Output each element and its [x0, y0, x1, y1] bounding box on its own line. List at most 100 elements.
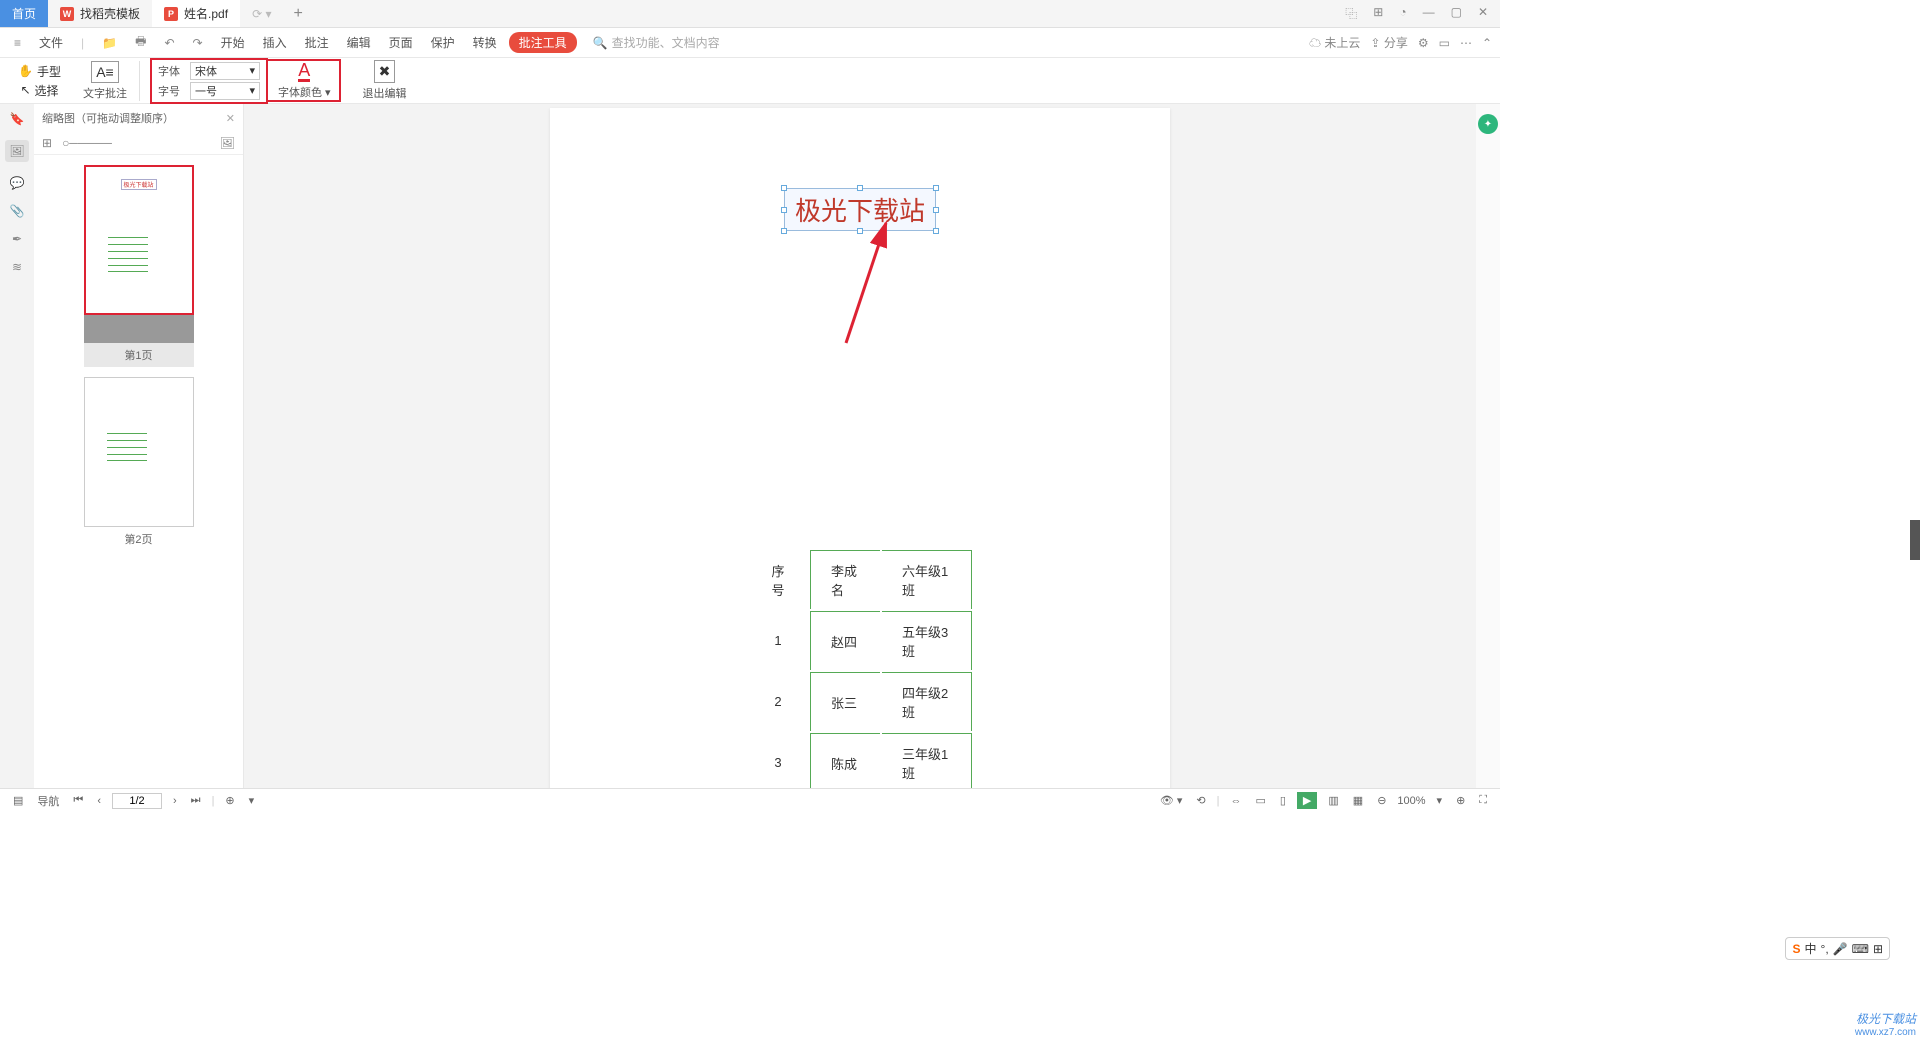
thumb-tool-shot[interactable]: 🖼 [220, 136, 235, 150]
menubar: ≡ 文件 | 📁 🖶 ↶ ↷ 开始 插入 批注 编辑 页面 保护 转换 批注工具… [0, 28, 1500, 58]
ribbon: ✋ 手型 ↖ 选择 A≡ 文字批注 字体 宋体▾ 字号 一号▾ A 字体颜色 ▾… [0, 58, 1500, 104]
document-table: 序号李成名六年级1班 1赵四五年级3班 2张三四年级2班 3陈成三年级1班 4欧… [746, 548, 974, 788]
font-color-icon: A [298, 61, 310, 82]
menu-page[interactable]: 页面 [383, 34, 419, 51]
tab-sync[interactable]: ⟳ ▾ [240, 0, 283, 27]
first-page[interactable]: ⏮ [70, 794, 86, 807]
undo-icon[interactable]: ↶ [158, 36, 180, 50]
settings-icon[interactable]: ⚙ [1418, 36, 1429, 50]
hand-tool[interactable]: ✋ 手型 [18, 63, 61, 80]
exit-edit-button[interactable]: ✖ 退出编辑 [357, 60, 413, 101]
window-controls: ⿻ ⊞ ◔ — ▢ ✕ [1341, 5, 1500, 22]
prev-page[interactable]: ‹ [94, 795, 104, 807]
tab-add[interactable]: + [283, 5, 312, 23]
search-box[interactable]: 🔍查找功能、文档内容 [593, 34, 720, 51]
ime-grid-icon[interactable]: ⊞ [1873, 942, 1883, 956]
font-color-button[interactable]: A 字体颜色 ▾ [268, 59, 341, 102]
rotate-icon[interactable]: ⟲ [1193, 794, 1208, 807]
thumb-tool-add[interactable]: ⊞ [42, 136, 52, 150]
menu-convert[interactable]: 转换 [467, 34, 503, 51]
eye-icon[interactable]: 👁 ▾ [1157, 794, 1186, 807]
font-select[interactable]: 宋体▾ [190, 62, 260, 80]
page-input[interactable] [112, 793, 162, 809]
chevron-icon[interactable]: ⌃ [1482, 36, 1492, 50]
menu-insert[interactable]: 插入 [257, 34, 293, 51]
size-select[interactable]: 一号▾ [190, 82, 260, 100]
text-annotate-icon: A≡ [91, 61, 119, 83]
attachment-icon[interactable]: 📎 [10, 204, 25, 218]
table-row: 序号李成名六年级1班 [748, 550, 972, 609]
last-page[interactable]: ⏭ [188, 794, 204, 807]
redo-icon[interactable]: ↷ [187, 36, 209, 50]
mic-icon[interactable]: 🎤 [1833, 942, 1848, 956]
panel-close[interactable]: ✕ [226, 112, 235, 125]
layers-icon[interactable]: ≋ [12, 260, 22, 274]
grid-icon[interactable]: ⊞ [1369, 5, 1387, 22]
zoom-out[interactable]: ⊖ [1374, 794, 1389, 807]
signature-icon[interactable]: ✒ [12, 232, 22, 246]
thumbnail-panel: 缩略图（可拖动调整顺序） ✕ ⊞ ○───── 🖼 极光下载站 第1页 第2页 [34, 104, 244, 788]
thumbnail-page-2[interactable]: 第2页 [84, 377, 194, 551]
next-page[interactable]: › [170, 795, 180, 807]
comment-icon[interactable]: 💬 [10, 176, 25, 190]
panel-icon[interactable]: ▭ [1439, 36, 1450, 50]
zoom-in[interactable]: ⊕ [1453, 794, 1468, 807]
right-strip: ✦ [1476, 104, 1500, 788]
cloud-status[interactable]: ☁ 未上云 [1309, 34, 1360, 51]
menu-annotate[interactable]: 批注 [299, 34, 335, 51]
side-handle[interactable] [1910, 520, 1920, 560]
play-icon[interactable]: ▶ [1297, 792, 1317, 809]
single-page-icon[interactable]: ▯ [1277, 794, 1289, 807]
text-annotate-group[interactable]: A≡ 文字批注 [77, 61, 140, 101]
tab-template[interactable]: W找稻壳模板 [48, 0, 152, 27]
menu-annotate-tools[interactable]: 批注工具 [509, 32, 577, 53]
thumbnail-page-1[interactable]: 极光下载站 第1页 [84, 165, 194, 367]
sogou-icon: S [1792, 942, 1800, 956]
more-icon[interactable]: ⋯ [1460, 36, 1472, 50]
minimize-button[interactable]: — [1419, 5, 1439, 22]
fit-width-icon[interactable]: ⇔ [1227, 795, 1244, 807]
bookmark-icon[interactable]: 🔖 [10, 112, 25, 126]
menu-start[interactable]: 开始 [215, 34, 251, 51]
tab-file[interactable]: P姓名.pdf [152, 0, 240, 27]
chevron-down-icon: ▾ [249, 64, 255, 77]
select-tool[interactable]: ↖ 选择 [20, 82, 58, 99]
maximize-button[interactable]: ▢ [1447, 5, 1466, 22]
panel-title: 缩略图（可拖动调整顺序） [42, 110, 174, 126]
zoom-fit-icon[interactable]: ⊕ [222, 794, 237, 807]
layout-icon[interactable]: ⿻ [1341, 5, 1361, 22]
tab-home[interactable]: 首页 [0, 0, 48, 27]
pdf-icon: P [164, 7, 178, 21]
wps-icon: W [60, 7, 74, 21]
fullscreen-icon[interactable]: ⛶ [1476, 794, 1490, 807]
title-tabs: 首页 W找稻壳模板 P姓名.pdf ⟳ ▾ + ⿻ ⊞ ◔ — ▢ ✕ [0, 0, 1500, 28]
watermark: 极光下载站 www.xz7.com [1855, 1010, 1916, 1038]
thumb-zoom-slider[interactable]: ○───── [62, 136, 112, 150]
font-label: 字体 [158, 63, 186, 79]
keyboard-icon[interactable]: ⌨ [1852, 942, 1869, 956]
menu-edit[interactable]: 编辑 [341, 34, 377, 51]
share-button[interactable]: ⇪ 分享 [1370, 34, 1407, 51]
menu-protect[interactable]: 保护 [425, 34, 461, 51]
page-1: 极光下载站 序号李成名六年级1班 1赵四五年级3班 2张三四年级2班 3陈成三年… [550, 108, 1170, 788]
ime-bar[interactable]: S 中°, 🎤 ⌨ ⊞ [1785, 937, 1890, 960]
print-icon[interactable]: 🖶 [129, 32, 152, 53]
document-canvas[interactable]: 极光下载站 序号李成名六年级1班 1赵四五年级3班 2张三四年级2班 3陈成三年… [244, 104, 1476, 788]
nav-label[interactable]: 导航 [34, 793, 62, 809]
user-icon[interactable]: ◔ [1395, 5, 1410, 22]
menu-icon[interactable]: ≡ [8, 36, 27, 50]
fit-page-icon[interactable]: ▭ [1252, 794, 1268, 807]
open-icon[interactable]: 📁 [96, 36, 123, 50]
zoom-dropdown2[interactable]: ▾ [1434, 794, 1446, 807]
continuous-icon[interactable]: ▥ [1325, 794, 1341, 807]
thumbnail-icon[interactable]: 🖼 [5, 140, 28, 162]
two-page-icon[interactable]: ▦ [1350, 794, 1366, 807]
assistant-badge[interactable]: ✦ [1478, 114, 1498, 134]
tool-mode-group: ✋ 手型 ↖ 选择 [12, 63, 67, 99]
outline-icon[interactable]: ▤ [10, 794, 26, 807]
zoom-dropdown[interactable]: ▾ [246, 794, 258, 807]
table-row: 3陈成三年级1班 [748, 733, 972, 788]
left-nav-strip: 🔖 🖼 💬 📎 ✒ ≋ [0, 104, 34, 788]
menu-file[interactable]: 文件 [33, 34, 69, 51]
close-button[interactable]: ✕ [1474, 5, 1492, 22]
